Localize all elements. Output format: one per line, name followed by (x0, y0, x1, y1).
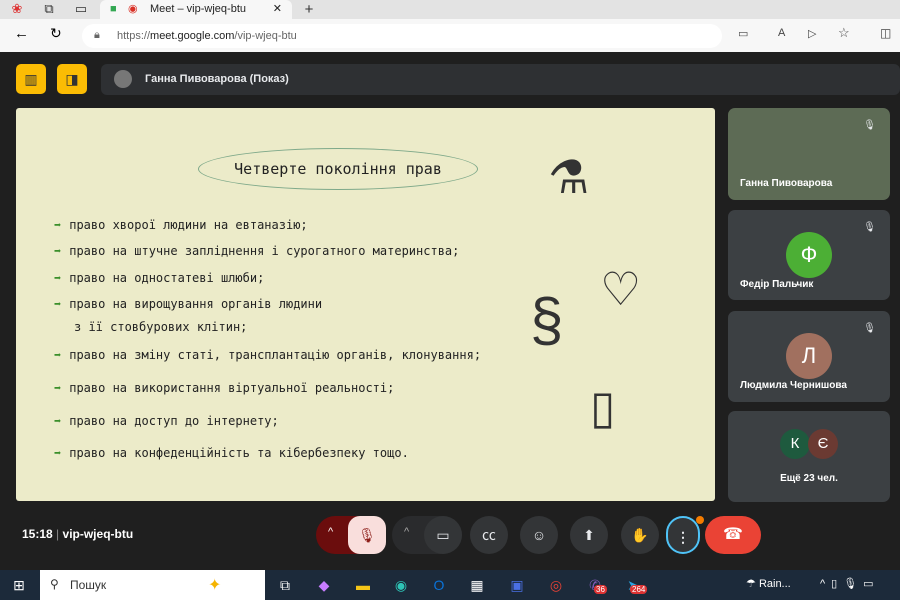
meet-logo-icon: ■ (110, 3, 117, 15)
participant-name: Ганна Пивоварова (740, 178, 833, 189)
bullet-item: ➡ право на вирощування органів людини (54, 297, 323, 311)
presenter-label: Ганна Пивоварова (Показ) (145, 73, 289, 85)
store-icon[interactable]: ▦ (466, 574, 488, 596)
bullet-item: ➡ право на конфеденційність та кібербезпе… (54, 446, 409, 460)
camera-toggle-button[interactable]: ▭ (424, 516, 462, 554)
bullet-item: ➡ право на зміну статі, трансплантацію ор… (54, 348, 482, 362)
bullet-item: ➡ право на використання віртуальної реаль… (54, 381, 395, 395)
more-participants-tile[interactable]: К Є Ещё 23 чел. (728, 411, 890, 502)
reactions-button[interactable]: ☺ (520, 516, 558, 554)
more-options-button[interactable]: ⋮ (666, 516, 700, 554)
copilot-sparkle-icon: ✦ (208, 577, 222, 594)
save-app-icon[interactable]: ▣ (506, 574, 528, 596)
social-media-phone-icon: ▯ (590, 381, 616, 433)
browser-tab-bar: ❀ ⧉ ▭ ■ ◉ Meet – vip-wjeq-btu ✕ + (0, 0, 900, 19)
telegram-badge: 264 (630, 585, 648, 594)
participant-tile[interactable]: Л Людмила Чернишова 🎙︎ (728, 311, 890, 402)
edge-icon[interactable]: ◉ (390, 574, 412, 596)
captions-button[interactable]: ㏄ (470, 516, 508, 554)
avatar: Є (808, 429, 838, 459)
start-icon[interactable]: ⊞ (8, 574, 30, 596)
present-button[interactable]: ⬆ (570, 516, 608, 554)
more-participants-label: Ещё 23 чел. (780, 473, 838, 484)
avatar: Л (786, 333, 832, 379)
video-options-chevron-icon[interactable]: ^ (404, 526, 409, 538)
leave-call-button[interactable]: ☎ (705, 516, 761, 554)
url-prefix: https:// (117, 30, 151, 42)
extension-icon[interactable]: ▷ (808, 27, 816, 40)
system-tray-icons[interactable]: ^▯🎙︎▭ (820, 577, 880, 590)
mic-off-icon: 🎙︎ (863, 222, 876, 233)
taskbar-search[interactable]: ⚲ Пошук ✦ (40, 570, 265, 600)
mic-off-icon: 🎙︎ (863, 323, 876, 334)
tab-meet[interactable]: ■ ◉ Meet – vip-wjeq-btu ✕ (100, 0, 292, 19)
slide-title: Четверте покоління прав (198, 148, 478, 190)
camera-icon[interactable]: ▭ (738, 27, 748, 40)
notification-dot (696, 516, 704, 524)
meeting-info: 15:18 | vip-wjeq-btu (22, 527, 134, 541)
avatar: К (780, 429, 810, 459)
task-view-icon[interactable]: ⧉ (274, 574, 296, 596)
avatar: Ф (786, 232, 832, 278)
close-tab-icon[interactable]: ✕ (273, 2, 282, 15)
tab-title: Meet – vip-wjeq-btu (150, 3, 246, 15)
outlook-icon[interactable]: O (428, 574, 450, 596)
lock-icon: 🔒︎ (94, 29, 100, 41)
audio-options-chevron-icon[interactable]: ^ (328, 526, 333, 538)
tab-actions-icon[interactable]: ▭ (72, 1, 90, 18)
viber-badge: 36 (594, 585, 607, 594)
url-path: /vip-wjeq-btu (234, 30, 297, 42)
health-hands-icon: ♡ (600, 263, 642, 315)
mic-toggle-button[interactable]: 🎙︎ (348, 516, 386, 554)
meeting-code: vip-wjeq-btu (62, 527, 134, 541)
umbrella-icon: ☂ (746, 578, 756, 590)
weather-widget[interactable]: ☂ Rain... (746, 577, 791, 590)
favorite-icon[interactable]: ☆ (838, 25, 850, 41)
participant-name: Людмила Чернишова (740, 380, 847, 391)
profile-icon[interactable]: ❀ (8, 1, 26, 18)
new-tab-icon[interactable]: + (300, 1, 318, 18)
reload-icon[interactable]: ↻ (50, 25, 62, 42)
bullet-item-continued: з її стовбурових клітин; (74, 320, 248, 334)
bullet-item: ➡ право хворої людини на евтаназію; (54, 218, 308, 232)
presenter-avatar (114, 70, 132, 88)
dna-icon: § (530, 286, 564, 353)
workspaces-icon[interactable]: ⧉ (40, 1, 58, 18)
search-label: Пошук (70, 578, 107, 592)
hide-presentation-button[interactable]: ▥ (16, 64, 46, 94)
bullet-item: ➡ право на штучне запліднення і сурогатно… (54, 244, 460, 258)
url-host: meet.google.com (150, 30, 235, 42)
participant-name: Федір Пальчик (740, 279, 814, 290)
chrome-icon[interactable]: ◎ (545, 574, 567, 596)
weather-label: Rain... (758, 578, 791, 590)
participant-tile[interactable]: Ф Федір Пальчик 🎙︎ (728, 210, 890, 300)
participant-tile[interactable]: Ганна Пивоварова 🎙︎ (728, 108, 890, 200)
layout-button[interactable]: ◨ (57, 64, 87, 94)
copilot-icon[interactable]: ◆ (313, 574, 335, 596)
bullet-item: ➡ право на одностатеві шлюби; (54, 271, 265, 285)
search-icon: ⚲ (50, 577, 59, 591)
back-icon[interactable]: ← (14, 25, 29, 42)
recording-icon: ◉ (128, 3, 138, 15)
meeting-time: 15:18 (22, 527, 53, 541)
read-aloud-icon[interactable]: A (778, 27, 785, 39)
file-explorer-icon[interactable]: ▬ (352, 574, 374, 596)
url-input[interactable]: 🔒︎ https://meet.google.com/vip-wjeq-btu (82, 24, 722, 48)
science-icon: ⚗ (548, 151, 590, 203)
mic-off-icon: 🎙︎ (863, 120, 876, 131)
bullet-item: ➡ право на доступ до інтернету; (54, 414, 279, 428)
split-screen-icon[interactable]: ◫ (880, 26, 891, 40)
raise-hand-button[interactable]: ✋ (621, 516, 659, 554)
